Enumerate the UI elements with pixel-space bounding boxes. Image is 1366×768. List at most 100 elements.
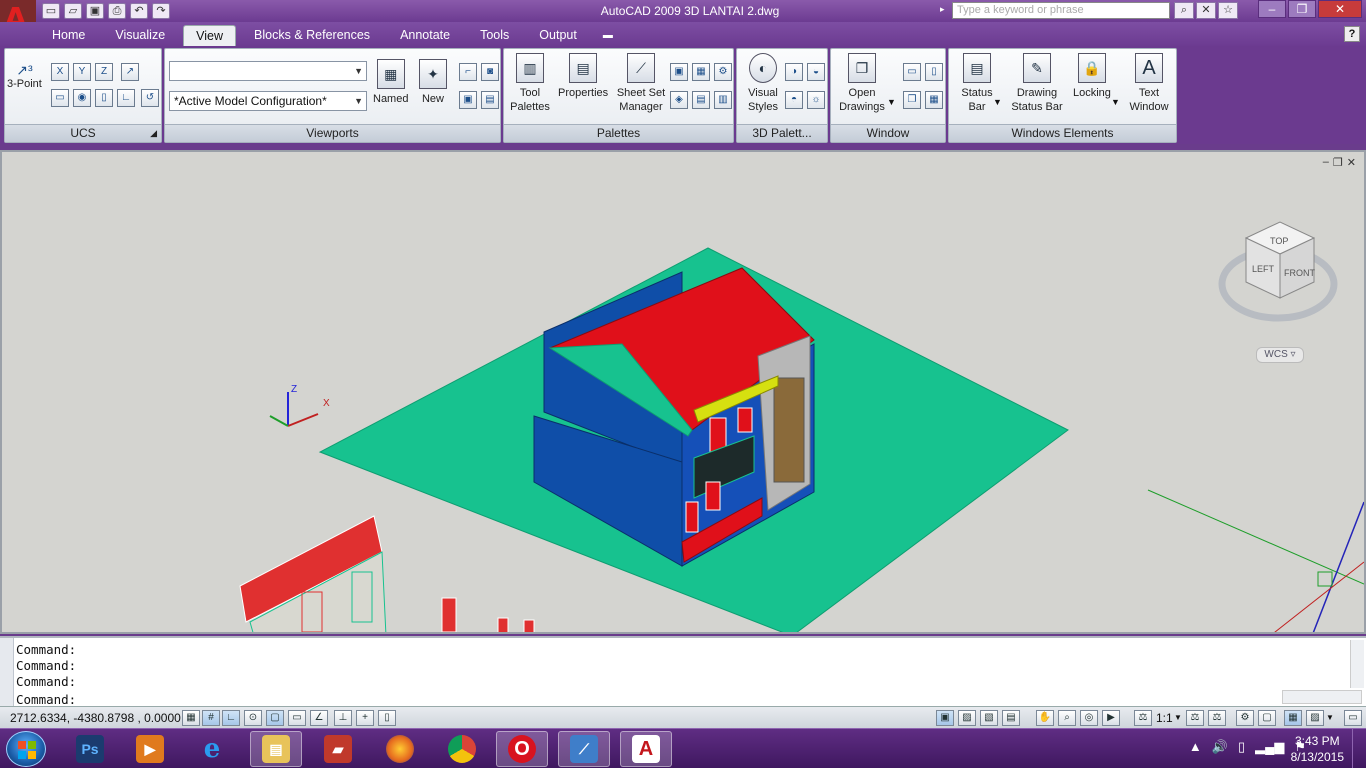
open-file-icon[interactable]: ▱ <box>64 3 82 19</box>
named-viewports-button[interactable]: ▦ Named <box>373 59 408 106</box>
tab-visualize[interactable]: Visualize <box>103 25 177 46</box>
hardware-acceleration-icon[interactable]: ▦ <box>1284 710 1302 726</box>
chevron-down-icon[interactable]: ▼ <box>993 97 1002 107</box>
help-icon[interactable]: ? <box>1344 26 1360 42</box>
infer-constraints-icon[interactable]: ▦ <box>182 710 200 726</box>
command-input[interactable]: Command: <box>16 692 1286 707</box>
tab-blocks-references[interactable]: Blocks & References <box>242 25 382 46</box>
show-desktop-button[interactable] <box>1352 729 1366 768</box>
object-snap-icon[interactable]: ▢ <box>266 710 284 726</box>
ucs-x-icon[interactable]: X <box>51 63 69 81</box>
favorites-icon[interactable]: ☆ <box>1218 2 1238 19</box>
taskbar-media-player[interactable]: ▶ <box>124 731 176 767</box>
sun-icon[interactable]: ☼ <box>807 91 825 109</box>
device-icon[interactable]: ▯ <box>1238 739 1245 755</box>
quick-view-icon[interactable]: ▤ <box>1002 710 1020 726</box>
layout1-icon[interactable]: ▨ <box>958 710 976 726</box>
lineweight-icon[interactable]: ▯ <box>378 710 396 726</box>
annotation-visibility-icon[interactable]: ⚖ <box>1186 710 1204 726</box>
chevron-down-icon[interactable]: ▼ <box>1111 97 1120 107</box>
3d-object-snap-icon[interactable]: ▭ <box>288 710 306 726</box>
search-icon[interactable]: ⌕ <box>1174 2 1194 19</box>
command-line-grip[interactable] <box>0 638 14 708</box>
ucs-z-icon[interactable]: Z <box>95 63 113 81</box>
coordinate-display[interactable]: 2712.6334, -4380.8798 , 0.0000 <box>10 711 181 725</box>
chevron-down-icon[interactable]: ▼ <box>1326 713 1334 722</box>
undo-icon[interactable]: ↶ <box>130 3 148 19</box>
signal-icon[interactable]: ▂▄▆ <box>1255 739 1284 755</box>
designcenter-icon[interactable]: ▣ <box>670 63 688 81</box>
tile-horizontal-icon[interactable]: ▭ <box>903 63 921 81</box>
viewport-view-combo[interactable]: ▼ <box>169 61 367 81</box>
ucs-face-icon[interactable]: ▭ <box>51 89 69 107</box>
new-viewports-button[interactable]: ✦ New <box>419 59 447 106</box>
ribbon-minimize-icon[interactable]: ▬ <box>595 25 621 46</box>
clip-viewport-icon[interactable]: ◙ <box>481 63 499 81</box>
ucs-origin-icon[interactable]: ∟ <box>117 89 135 107</box>
clock[interactable]: 3:43 PM 8/13/2015 <box>1291 733 1344 765</box>
command-scrollbar[interactable] <box>1350 640 1364 688</box>
steering-wheel-icon[interactable]: ◎ <box>1080 710 1098 726</box>
chevron-down-icon[interactable]: ▼ <box>887 97 896 107</box>
tab-home[interactable]: Home <box>40 25 97 46</box>
model-icon[interactable]: ▣ <box>936 710 954 726</box>
close-icon[interactable]: ✕ <box>1318 0 1362 18</box>
materials-icon[interactable]: ◒ <box>807 63 825 81</box>
ucs-3point-button[interactable]: ↗³ 3-Point <box>7 63 42 91</box>
toolbar-lock-icon[interactable]: ▢ <box>1258 710 1276 726</box>
tab-output[interactable]: Output <box>527 25 589 46</box>
arrange-icons-icon[interactable]: ▦ <box>925 91 943 109</box>
ortho-icon[interactable]: ∟ <box>222 710 240 726</box>
start-button[interactable] <box>6 731 46 767</box>
polygonal-viewport-icon[interactable]: ⌐ <box>459 63 477 81</box>
visual-styles-button[interactable]: ◐ Visual Styles <box>743 53 783 114</box>
annotation-scale-value[interactable]: 1:1 <box>1156 711 1173 725</box>
horizontal-scrollbar[interactable] <box>1282 690 1362 704</box>
status-bar-button[interactable]: ▤ Status Bar <box>957 53 997 114</box>
tab-tools[interactable]: Tools <box>468 25 521 46</box>
panel-launcher-icon[interactable]: ◢ <box>150 125 157 142</box>
search-expand-icon[interactable]: ▸ <box>940 4 945 15</box>
quickcalc-icon[interactable]: ▤ <box>692 91 710 109</box>
grid-icon[interactable]: # <box>202 710 220 726</box>
open-drawings-button[interactable]: ❐ Open Drawings <box>837 53 887 114</box>
drawing-status-bar-button[interactable]: ✎ Drawing Status Bar <box>1009 53 1065 114</box>
print-icon[interactable]: ⎙ <box>108 3 126 19</box>
dbconnect-icon[interactable]: ⚙ <box>714 63 732 81</box>
viewport-configuration-combo[interactable]: *Active Model Configuration* ▼ <box>169 91 367 111</box>
taskbar-books[interactable]: ▰ <box>312 731 364 767</box>
clean-screen-icon[interactable]: ▭ <box>1344 710 1362 726</box>
tab-annotate[interactable]: Annotate <box>388 25 462 46</box>
taskbar-sketch-app[interactable]: ⟋ <box>558 731 610 767</box>
viewport-layout-icon[interactable]: ▤ <box>481 91 499 109</box>
search-input[interactable]: Type a keyword or phrase <box>952 2 1170 19</box>
tab-view[interactable]: View <box>183 25 237 46</box>
model-space-canvas[interactable]: Z X TOP LEFT FRONT <box>2 152 1364 632</box>
properties-button[interactable]: ▤ Properties <box>558 53 608 100</box>
locking-button[interactable]: 🔒 Locking <box>1073 53 1111 100</box>
drawing-viewport[interactable]: Z X TOP LEFT FRONT ‒ ❐ ✕ WCS ▿ <box>0 150 1366 634</box>
taskbar-firefox[interactable] <box>374 731 426 767</box>
lights-icon[interactable]: ◑ <box>785 63 803 81</box>
text-window-button[interactable]: A Text Window <box>1127 53 1171 114</box>
viewport-close-icon[interactable]: ✕ <box>1347 156 1356 169</box>
maximize-icon[interactable]: ❐ <box>1288 0 1316 18</box>
redo-icon[interactable]: ↷ <box>152 3 170 19</box>
cascade-icon[interactable]: ❐ <box>903 91 921 109</box>
new-file-icon[interactable]: ▭ <box>42 3 60 19</box>
ucs-y-icon[interactable]: Y <box>73 63 91 81</box>
taskbar-autocad[interactable]: A <box>620 731 672 767</box>
save-icon[interactable]: ▣ <box>86 3 104 19</box>
ucs-zaxis-icon[interactable]: ↗ <box>121 63 139 81</box>
command-line-icon[interactable]: ▥ <box>714 91 732 109</box>
viewport-restore-icon[interactable]: ❐ <box>1333 156 1343 169</box>
showmotion-icon[interactable]: ▶ <box>1102 710 1120 726</box>
volume-icon[interactable]: 🔊 <box>1212 739 1228 755</box>
render-icon[interactable]: ◓ <box>785 91 803 109</box>
taskbar-chrome[interactable] <box>436 731 488 767</box>
taskbar-internet-explorer[interactable]: e <box>186 731 238 767</box>
ucs-object-icon[interactable]: ◉ <box>73 89 91 107</box>
join-viewports-icon[interactable]: ▣ <box>459 91 477 109</box>
dynamic-ucs-icon[interactable]: ⊥ <box>334 710 352 726</box>
layout2-icon[interactable]: ▧ <box>980 710 998 726</box>
